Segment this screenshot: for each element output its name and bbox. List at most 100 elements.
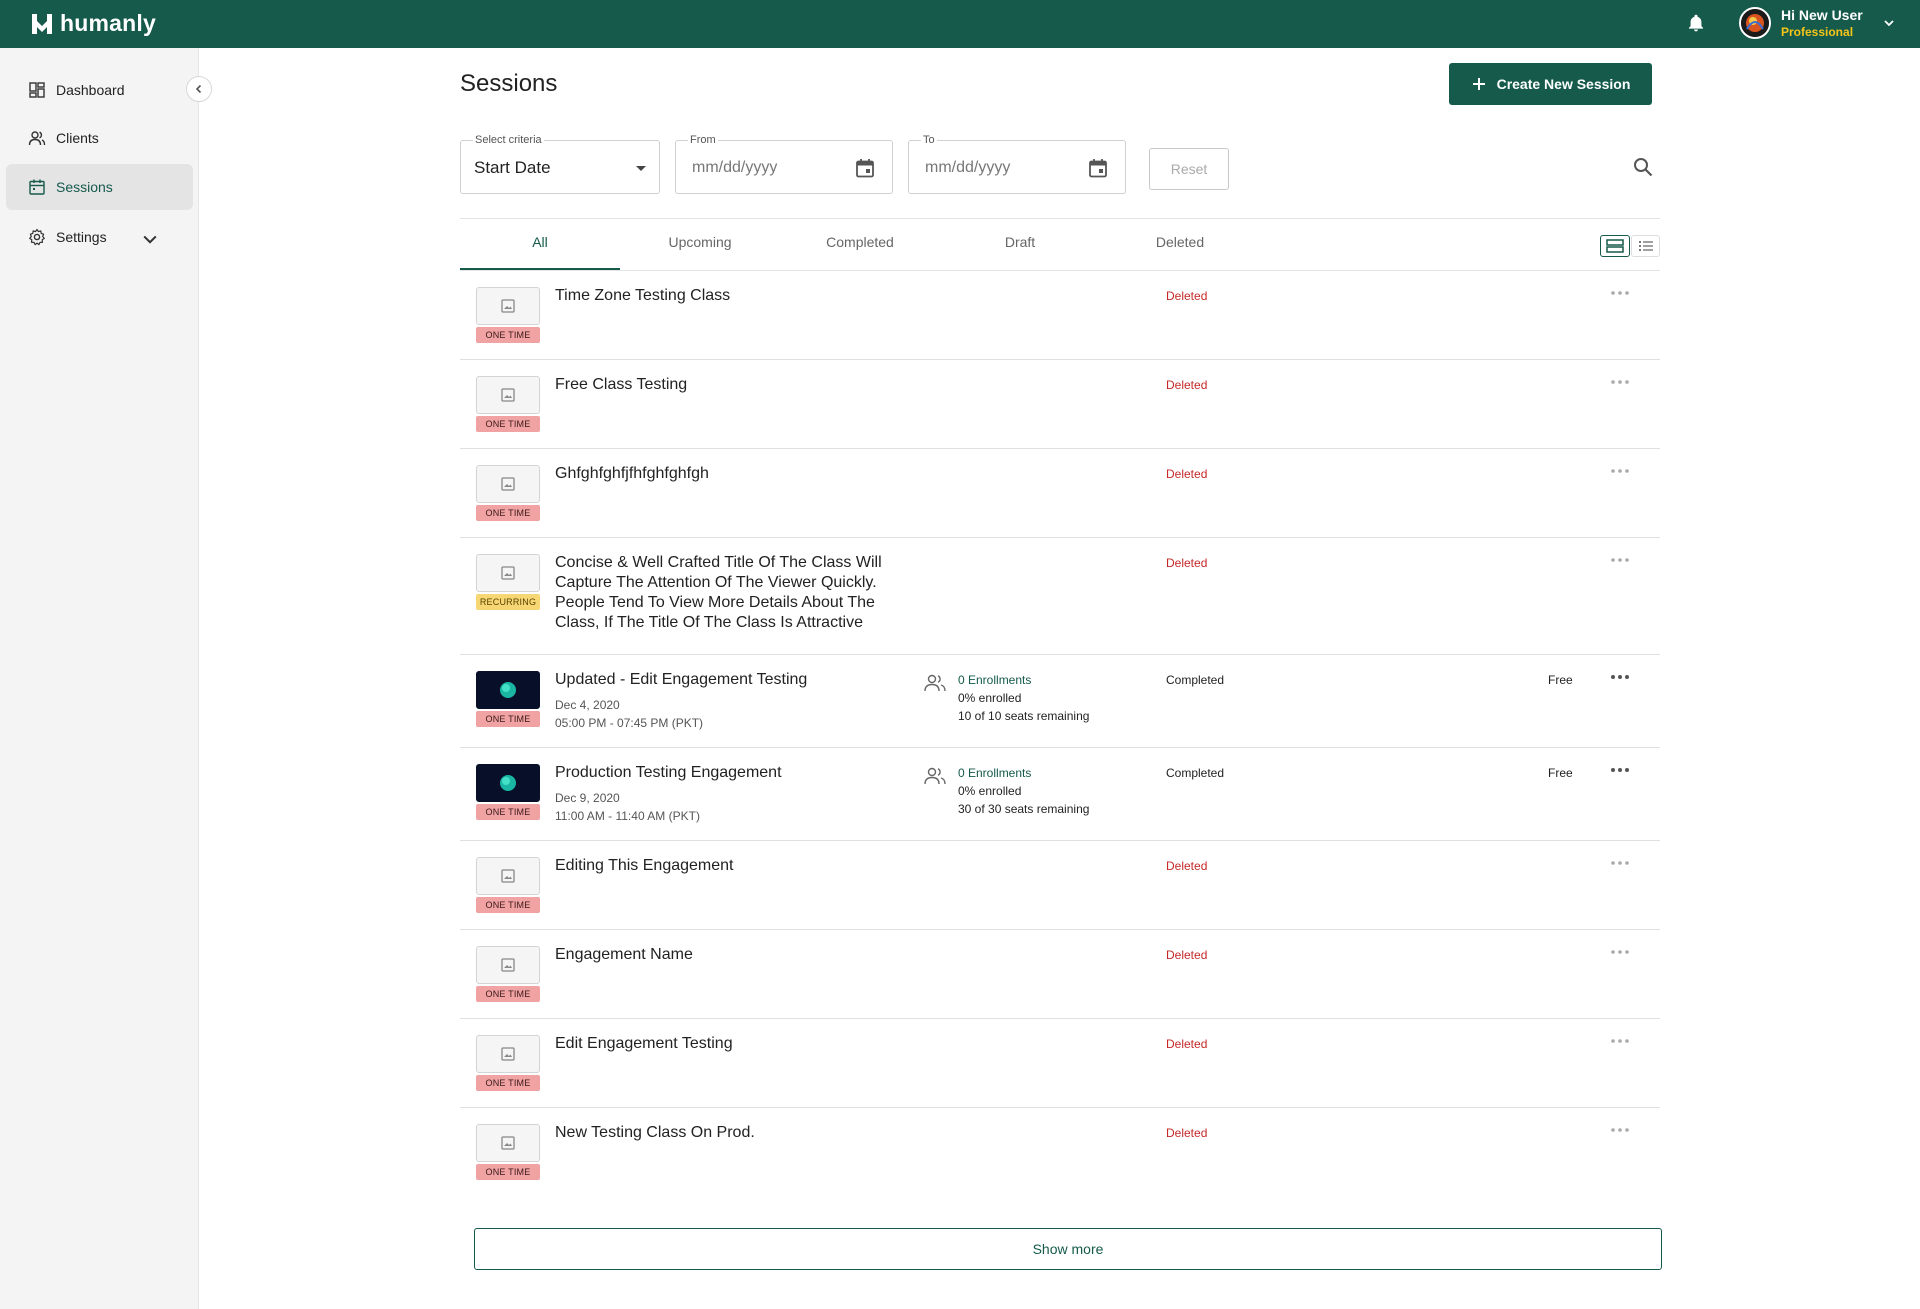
more-options-icon[interactable] xyxy=(1609,463,1631,479)
tab-draft[interactable]: Draft xyxy=(940,234,1100,250)
to-placeholder: mm/dd/yyyy xyxy=(925,159,1011,176)
enrolled-percent: 0% enrolled xyxy=(958,691,1022,705)
session-cover-image xyxy=(500,682,516,698)
session-row[interactable]: ONE TIME Updated - Edit Engagement Testi… xyxy=(460,655,1660,748)
chevron-down-icon xyxy=(143,235,157,244)
image-placeholder-icon xyxy=(501,477,515,491)
session-title[interactable]: Production Testing Engagement xyxy=(555,763,915,783)
more-options-icon[interactable] xyxy=(1609,552,1631,568)
more-options-icon[interactable] xyxy=(1609,669,1631,685)
from-date-field[interactable]: From mm/dd/yyyy xyxy=(675,134,893,194)
session-thumbnail xyxy=(476,1035,540,1073)
tab-deleted[interactable]: Deleted xyxy=(1100,234,1260,250)
more-options-icon[interactable] xyxy=(1609,762,1631,778)
tab-upcoming[interactable]: Upcoming xyxy=(620,234,780,250)
session-thumbnail xyxy=(476,465,540,503)
session-type-badge: ONE TIME xyxy=(476,804,540,820)
sidebar-item-label: Dashboard xyxy=(56,82,125,98)
sidebar-item-clients[interactable]: Clients xyxy=(6,115,193,161)
session-thumbnail xyxy=(476,764,540,802)
session-row[interactable]: ONE TIME Edit Engagement Testing Deleted xyxy=(460,1019,1660,1108)
enrollments-icon xyxy=(924,767,946,785)
session-row[interactable]: ONE TIME Engagement Name Deleted xyxy=(460,930,1660,1019)
session-thumbnail xyxy=(476,287,540,325)
sidebar-item-label: Settings xyxy=(56,229,107,245)
session-row[interactable]: RECURRING Concise & Well Crafted Title O… xyxy=(460,538,1660,655)
seats-remaining: 10 of 10 seats remaining xyxy=(958,709,1090,723)
more-options-icon[interactable] xyxy=(1609,285,1631,301)
session-title[interactable]: Free Class Testing xyxy=(555,375,915,395)
criteria-value: Start Date xyxy=(474,158,551,177)
image-placeholder-icon xyxy=(501,958,515,972)
user-greeting[interactable]: Hi New User xyxy=(1781,7,1863,23)
chevron-down-icon[interactable] xyxy=(1882,16,1896,30)
user-plan: Professional xyxy=(1781,25,1854,39)
session-price: Free xyxy=(1548,673,1573,687)
session-type-badge: RECURRING xyxy=(476,594,540,610)
page-title: Sessions xyxy=(460,70,558,97)
create-new-session-button[interactable]: Create New Session xyxy=(1449,63,1652,105)
reset-button[interactable]: Reset xyxy=(1149,148,1229,190)
tab-completed[interactable]: Completed xyxy=(780,234,940,250)
criteria-select[interactable]: Select criteria Start Date xyxy=(460,134,660,194)
calendar-picker-icon[interactable] xyxy=(854,157,876,179)
session-status: Deleted xyxy=(1166,467,1208,481)
session-title[interactable]: Engagement Name xyxy=(555,945,915,965)
session-type-badge: ONE TIME xyxy=(476,711,540,727)
sidebar-item-sessions[interactable]: Sessions xyxy=(6,164,193,210)
session-thumbnail xyxy=(476,1124,540,1162)
session-title[interactable]: New Testing Class On Prod. xyxy=(555,1123,915,1143)
more-options-icon[interactable] xyxy=(1609,374,1631,390)
sidebar: Dashboard Clients Sessions Settings xyxy=(0,48,199,1309)
enrollments-count[interactable]: 0 Enrollments xyxy=(958,673,1031,687)
card-view-toggle[interactable] xyxy=(1600,235,1630,257)
session-title[interactable]: Updated - Edit Engagement Testing xyxy=(555,670,915,690)
list-view-icon xyxy=(1638,241,1653,251)
session-row[interactable]: ONE TIME Ghfghfghfjfhfghfghfgh Deleted xyxy=(460,449,1660,538)
notification-bell-icon[interactable] xyxy=(1686,13,1706,33)
sidebar-item-dashboard[interactable]: Dashboard xyxy=(6,67,193,113)
search-icon[interactable] xyxy=(1632,156,1654,178)
create-button-label: Create New Session xyxy=(1496,76,1631,92)
session-title[interactable]: Editing This Engagement xyxy=(555,856,915,876)
user-avatar[interactable] xyxy=(1739,7,1771,39)
enrollments-count[interactable]: 0 Enrollments xyxy=(958,766,1031,780)
session-status: Deleted xyxy=(1166,1037,1208,1051)
from-label: From xyxy=(688,134,718,146)
session-title[interactable]: Edit Engagement Testing xyxy=(555,1034,915,1054)
more-options-icon[interactable] xyxy=(1609,1122,1631,1138)
tab-all[interactable]: All xyxy=(460,234,620,250)
session-status: Deleted xyxy=(1166,859,1208,873)
session-status: Deleted xyxy=(1166,1126,1208,1140)
session-row[interactable]: ONE TIME Time Zone Testing Class Deleted xyxy=(460,271,1660,360)
dashboard-icon xyxy=(29,82,45,98)
brand-logo[interactable]: humanly xyxy=(30,10,156,37)
to-label: To xyxy=(921,134,937,146)
session-status: Deleted xyxy=(1166,556,1208,570)
session-title[interactable]: Time Zone Testing Class xyxy=(555,286,915,306)
calendar-picker-icon[interactable] xyxy=(1087,157,1109,179)
more-options-icon[interactable] xyxy=(1609,855,1631,871)
session-date: Dec 4, 2020 xyxy=(555,698,620,712)
session-row[interactable]: ONE TIME Editing This Engagement Deleted xyxy=(460,841,1660,930)
session-row[interactable]: ONE TIME Free Class Testing Deleted xyxy=(460,360,1660,449)
sidebar-collapse-button[interactable] xyxy=(186,76,212,102)
session-status: Deleted xyxy=(1166,948,1208,962)
session-title[interactable]: Concise & Well Crafted Title Of The Clas… xyxy=(555,553,915,633)
dropdown-arrow-icon xyxy=(636,166,646,171)
image-placeholder-icon xyxy=(501,388,515,402)
session-status: Deleted xyxy=(1166,378,1208,392)
session-type-badge: ONE TIME xyxy=(476,1164,540,1180)
more-options-icon[interactable] xyxy=(1609,1033,1631,1049)
session-row[interactable]: ONE TIME New Testing Class On Prod. Dele… xyxy=(460,1108,1660,1197)
to-date-field[interactable]: To mm/dd/yyyy xyxy=(908,134,1126,194)
list-view-toggle[interactable] xyxy=(1631,235,1660,257)
plus-icon xyxy=(1472,78,1485,90)
show-more-button[interactable]: Show more xyxy=(474,1228,1662,1270)
session-title[interactable]: Ghfghfghfjfhfghfghfgh xyxy=(555,464,915,484)
session-type-badge: ONE TIME xyxy=(476,897,540,913)
sidebar-item-settings[interactable]: Settings xyxy=(6,214,193,260)
more-options-icon[interactable] xyxy=(1609,944,1631,960)
session-row[interactable]: ONE TIME Production Testing Engagement D… xyxy=(460,748,1660,841)
image-placeholder-icon xyxy=(501,299,515,313)
